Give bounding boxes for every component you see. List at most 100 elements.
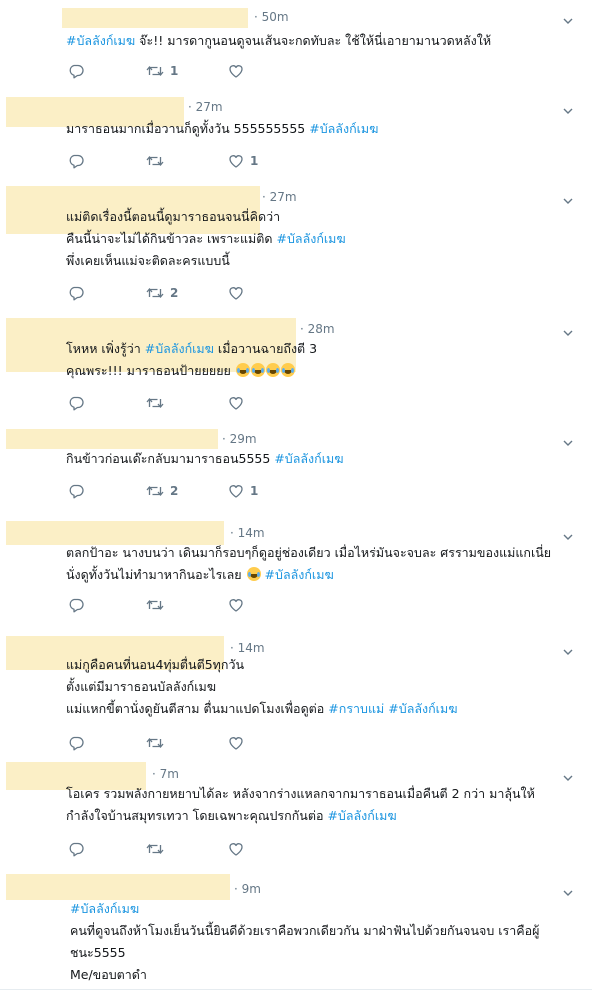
heart-icon bbox=[228, 735, 244, 751]
retweet-button[interactable] bbox=[146, 840, 170, 858]
hashtag-link[interactable]: #บัลลังก์เมฆ bbox=[145, 341, 214, 356]
tweet-timestamp[interactable]: · 50m bbox=[254, 10, 289, 24]
tweet[interactable]: · 9m #บัลลังก์เมฆ คนที่ดูจนถึงห้าโมงเย็นวั… bbox=[0, 866, 592, 990]
hashtag-link[interactable]: #บัลลังก์เมฆ bbox=[70, 901, 139, 916]
like-button[interactable]: 1 bbox=[228, 482, 258, 500]
tweet-line: มาราธอนมากเมื่อวานก็ดูทั้งวัน 555555555 … bbox=[66, 118, 378, 140]
tweet-actions bbox=[68, 840, 268, 858]
retweet-icon bbox=[146, 153, 164, 169]
redacted-author bbox=[6, 429, 218, 449]
chevron-down-icon[interactable] bbox=[562, 769, 574, 781]
tweet-line: #บัลลังก์เมฆ จ๊ะ!! มารดากูนอนดูจนเส้นจะก… bbox=[66, 30, 491, 52]
text-segment: จ๊ะ!! มารดากูนอนดูจนเส้นจะกดทับละ ใช้ให้… bbox=[135, 33, 492, 48]
retweet-button[interactable]: 2 bbox=[146, 284, 178, 302]
like-button[interactable] bbox=[228, 394, 250, 412]
like-button[interactable]: 1 bbox=[228, 152, 258, 170]
retweet-icon bbox=[146, 395, 164, 411]
text-segment: ตลกป้าอะ นางบนว่า เดินมาก็รอบๆก็ดูอยู่ช่… bbox=[66, 545, 552, 560]
chevron-down-icon[interactable] bbox=[562, 884, 574, 896]
tweet-line: แม่แหกขี้ตานั่งดูยันตีสาม ตื่นมาแปดโมงเพ… bbox=[66, 698, 457, 720]
reply-button[interactable] bbox=[68, 152, 90, 170]
tears-of-joy-emoji-icon bbox=[280, 363, 295, 377]
tweet-timestamp[interactable]: · 14m bbox=[230, 526, 265, 540]
hashtag-link[interactable]: #บัลลังก์เมฆ bbox=[265, 567, 334, 582]
chevron-down-icon[interactable] bbox=[562, 434, 574, 446]
tweet[interactable]: · 7m โอเคร รวมพลังกายหยาบได้ละ หลังจากร่า… bbox=[0, 754, 592, 867]
tweet-line: ตั้งแต่มีมาราธอนบัลลังก์เมฆ bbox=[66, 676, 457, 698]
hashtag-link[interactable]: #บัลลังก์เมฆ bbox=[388, 701, 457, 716]
like-button[interactable] bbox=[228, 62, 250, 80]
chevron-down-icon[interactable] bbox=[562, 12, 574, 24]
tears-of-joy-emoji-icon bbox=[246, 567, 261, 581]
hashtag-link[interactable]: #บัลลังก์เมฆ bbox=[66, 33, 135, 48]
retweet-button[interactable]: 2 bbox=[146, 482, 178, 500]
tweet-timestamp[interactable]: · 14m bbox=[230, 641, 265, 655]
retweet-button[interactable] bbox=[146, 734, 170, 752]
reply-button[interactable] bbox=[68, 734, 90, 752]
tweet[interactable]: · 27m มาราธอนมากเมื่อวานก็ดูทั้งวัน 55555… bbox=[0, 88, 592, 183]
text-segment: แม่แหกขี้ตานั่งดูยันตีสาม ตื่นมาแปดโมงเพ… bbox=[66, 701, 329, 716]
hashtag-link[interactable]: #กราบแม่ bbox=[328, 701, 384, 716]
tweet-timestamp[interactable]: · 29m bbox=[222, 432, 257, 446]
tweet-line: ตลกป้าอะ นางบนว่า เดินมาก็รอบๆก็ดูอยู่ช่… bbox=[66, 542, 551, 564]
reply-button[interactable] bbox=[68, 284, 90, 302]
tweet-timestamp[interactable]: · 27m bbox=[188, 100, 223, 114]
chevron-down-icon[interactable] bbox=[562, 643, 574, 655]
hashtag-link[interactable]: #บัลลังก์เมฆ bbox=[327, 808, 396, 823]
tweet-timestamp[interactable]: · 9m bbox=[234, 882, 261, 896]
chevron-down-icon[interactable] bbox=[562, 528, 574, 540]
like-count: 1 bbox=[250, 484, 259, 498]
tweet[interactable]: · 28m โหหห เพิ่งรู้ว่า #บัลลังก์เมฆ เมื่อ… bbox=[0, 310, 592, 423]
chevron-down-icon[interactable] bbox=[562, 324, 574, 336]
tweet-text: โอเคร รวมพลังกายหยาบได้ละ หลังจากร่างแหล… bbox=[66, 783, 535, 827]
reply-button[interactable] bbox=[68, 482, 90, 500]
tweet-timestamp[interactable]: · 7m bbox=[152, 767, 179, 781]
tears-of-joy-emoji-icon bbox=[265, 363, 280, 377]
tweet-text: ตลกป้าอะ นางบนว่า เดินมาก็รอบๆก็ดูอยู่ช่… bbox=[66, 542, 551, 586]
text-segment: โหหห เพิ่งรู้ว่า bbox=[66, 341, 145, 356]
text-segment: พึ่งเคยเห็นแม่จะติดละครแบบนี้ bbox=[66, 253, 230, 268]
tweet-actions: 1 bbox=[68, 62, 268, 80]
tweet-line: กินข้าวก่อนเด๊ะกลับมามาราธอน5555 #บัลลัง… bbox=[66, 448, 344, 470]
reply-button[interactable] bbox=[68, 840, 90, 858]
tweet-timestamp[interactable]: · 28m bbox=[300, 322, 335, 336]
like-button[interactable] bbox=[228, 596, 250, 614]
tweet-line: โหหห เพิ่งรู้ว่า #บัลลังก์เมฆ เมื่อวานฉา… bbox=[66, 338, 317, 360]
retweet-icon bbox=[146, 735, 164, 751]
like-button[interactable] bbox=[228, 734, 250, 752]
tears-of-joy-emoji-icon bbox=[250, 363, 265, 377]
reply-button[interactable] bbox=[68, 394, 90, 412]
like-button[interactable] bbox=[228, 840, 250, 858]
reply-button[interactable] bbox=[68, 62, 90, 80]
text-segment: นั่งดูทั้งวันไม่ทำมาหากินอะไรเลย bbox=[66, 567, 246, 582]
hashtag-link[interactable]: #บัลลังก์เมฆ bbox=[309, 121, 378, 136]
chevron-down-icon[interactable] bbox=[562, 102, 574, 114]
reply-icon bbox=[68, 483, 84, 499]
retweet-button[interactable]: 1 bbox=[146, 62, 178, 80]
heart-icon bbox=[228, 841, 244, 857]
reply-icon bbox=[68, 841, 84, 857]
tweet-line: ชนะ5555 bbox=[70, 942, 539, 964]
tweet[interactable]: · 14m ตลกป้าอะ นางบนว่า เดินมาก็รอบๆก็ดูอ… bbox=[0, 518, 592, 631]
text-segment: เมื่อวานฉายถึงตี 3 bbox=[213, 341, 318, 356]
tweet-line: แม่กูคือคนที่นอน4ทุ่มตื่นตี5ทุกวัน bbox=[66, 654, 457, 676]
like-button[interactable] bbox=[228, 284, 250, 302]
tweet-line: โอเคร รวมพลังกายหยาบได้ละ หลังจากร่างแหล… bbox=[66, 783, 535, 805]
heart-icon bbox=[228, 285, 244, 301]
tweet-text: #บัลลังก์เมฆ จ๊ะ!! มารดากูนอนดูจนเส้นจะก… bbox=[66, 30, 491, 52]
hashtag-link[interactable]: #บัลลังก์เมฆ bbox=[274, 451, 343, 466]
hashtag-link[interactable]: #บัลลังก์เมฆ bbox=[277, 231, 346, 246]
tweet-text: มาราธอนมากเมื่อวานก็ดูทั้งวัน 555555555 … bbox=[66, 118, 378, 140]
tweet[interactable]: · 14m แม่กูคือคนที่นอน4ทุ่มตื่นตี5ทุกวันต… bbox=[0, 630, 592, 755]
reply-button[interactable] bbox=[68, 596, 90, 614]
tweet[interactable]: · 29m กินข้าวก่อนเด๊ะกลับมามาราธอน5555 #บ… bbox=[0, 422, 592, 519]
redacted-author bbox=[6, 874, 230, 900]
retweet-button[interactable] bbox=[146, 394, 170, 412]
tweet[interactable]: · 50m #บัลลังก์เมฆ จ๊ะ!! มารดากูนอนดูจนเส… bbox=[0, 0, 592, 89]
retweet-button[interactable] bbox=[146, 152, 170, 170]
tweet-line: คืนนี้น่าจะไม่ได้กินข้าวละ เพราะแม่ติด #… bbox=[66, 228, 346, 250]
tweet[interactable]: · 27m แม่ติดเรื่องนี้ตอนนี้ดูมาราธอนจนนี่… bbox=[0, 182, 592, 311]
tweet-timestamp[interactable]: · 27m bbox=[262, 190, 297, 204]
chevron-down-icon[interactable] bbox=[562, 192, 574, 204]
retweet-button[interactable] bbox=[146, 596, 170, 614]
